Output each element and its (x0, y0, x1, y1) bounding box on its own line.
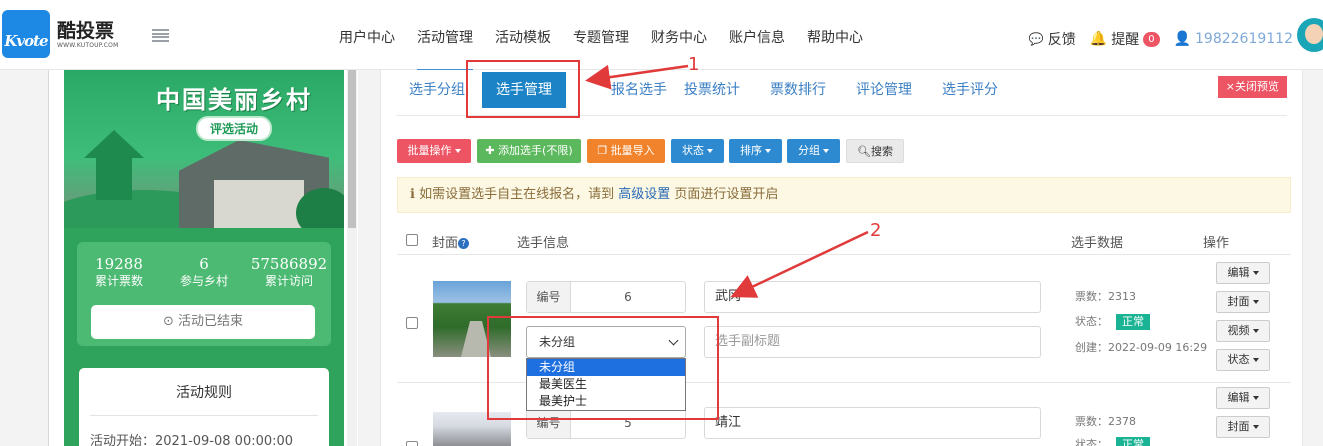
tab-contestant-groups[interactable]: 选手分组 (409, 70, 465, 116)
activity-banner: 中国美丽乡村 评选活动 (64, 70, 344, 228)
remind-link[interactable]: 🔔 提醒 0 (1090, 29, 1160, 49)
search-button[interactable]: 🔍︎搜索 (846, 139, 904, 163)
banner-title: 中国美丽乡村 (156, 85, 312, 114)
cover-button[interactable]: 封面 (1216, 416, 1270, 438)
clock-icon: ⊙ (162, 314, 174, 329)
user-link[interactable]: 👤 19822619112 (1174, 31, 1293, 47)
edit-button[interactable]: 编辑 (1216, 262, 1270, 284)
group-filter-button[interactable]: 分组 (787, 139, 840, 163)
stat-total-visits: 57586892 累计访问 (250, 255, 328, 288)
stat-total-votes: 19288 累计票数 (94, 255, 143, 288)
table-header: 封面? 选手信息 选手数据 操作 (397, 225, 1291, 255)
advanced-settings-link[interactable]: 高级设置 (618, 187, 670, 202)
contestant-subtitle-input[interactable]: 选手副标题 (704, 326, 1041, 358)
status-badge: 正常 (1116, 314, 1150, 330)
copy-icon: ❐ (597, 144, 611, 157)
row-checkbox[interactable] (406, 317, 418, 329)
tab-vote-ranking[interactable]: 票数排行 (770, 70, 826, 116)
sort-button[interactable]: 排序 (729, 139, 782, 163)
preview-scrollbar[interactable] (347, 70, 357, 446)
question-icon[interactable]: ? (458, 238, 470, 249)
ended-label: 活动已结束 (178, 314, 244, 329)
batch-operation-button[interactable]: 批量操作 (397, 139, 471, 163)
select-all-checkbox[interactable] (406, 234, 418, 246)
annotation-box-1 (466, 60, 580, 118)
main-nav: 用户中心 活动管理 活动模板 专题管理 财务中心 账户信息 帮助中心 (328, 0, 874, 71)
info-icon: ℹ (410, 187, 420, 202)
user-icon: 👤 (1173, 31, 1192, 47)
cover-button[interactable]: 封面 (1216, 291, 1270, 313)
activity-ended-button[interactable]: ⊙ 活动已结束 (91, 305, 315, 339)
annotation-box-2 (487, 316, 719, 420)
nav-help[interactable]: 帮助中心 (796, 0, 874, 70)
avatar[interactable] (1297, 18, 1323, 52)
status-button[interactable]: 状态 (1216, 349, 1270, 371)
brand-name: 酷投票 (57, 20, 115, 42)
created-time: 创建：2022-09-09 16:29 (1075, 341, 1208, 354)
comments-icon: 💬 (1028, 32, 1044, 46)
bell-icon: 🔔 (1089, 31, 1108, 47)
edit-button[interactable]: 编辑 (1216, 387, 1270, 409)
preview-screen: 中国美丽乡村 评选活动 19288 累计票数 6 参与乡村 57586892 累… (64, 70, 344, 446)
contestant-name-input[interactable]: 武冈 (704, 281, 1041, 313)
info-notice: ℹ 如需设置选手自主在线报名，请到 高级设置 页面进行设置开启 (397, 177, 1291, 213)
col-contestant-data: 选手数据 (1071, 236, 1124, 251)
tab-vote-stats[interactable]: 投票统计 (684, 70, 740, 116)
stats-card: 19288 累计票数 6 参与乡村 57586892 累计访问 ⊙ 活动已结束 (77, 242, 331, 346)
search-icon: 🔍︎ (857, 145, 871, 158)
stat-participants: 6 参与乡村 (179, 255, 228, 288)
tab-registered-contestants[interactable]: 报名选手 (611, 70, 667, 116)
status-filter-button[interactable]: 状态 (671, 139, 724, 163)
vote-count: 票数：2378 (1075, 415, 1136, 428)
status-line: 状态： 正常 (1075, 436, 1150, 446)
contestant-number-field[interactable]: 编号 6 (526, 281, 686, 313)
col-cover: 封面? (432, 232, 470, 251)
scrollbar-thumb[interactable] (348, 70, 356, 228)
nav-finance[interactable]: 财务中心 (640, 0, 718, 70)
rules-start-time: 活动开始：2021-09-08 00:00:00 (90, 434, 294, 446)
row-checkbox[interactable] (406, 441, 418, 446)
brand-url: WWW.KUTOUP.COM (57, 42, 119, 49)
annotation-label-2: 2 (870, 220, 882, 241)
logo-text: Kvote (4, 32, 48, 50)
col-operations: 操作 (1203, 236, 1230, 251)
video-button[interactable]: 视频 (1216, 320, 1270, 342)
plus-icon: ✚ (485, 144, 499, 157)
mobile-preview: 中国美丽乡村 评选活动 19288 累计票数 6 参与乡村 57586892 累… (48, 70, 358, 446)
vote-count: 票数：2313 (1075, 290, 1136, 303)
feedback-label: 反馈 (1047, 32, 1076, 48)
contestant-name-input[interactable]: 靖江 (704, 407, 1041, 439)
remind-label: 提醒 (1111, 32, 1140, 48)
kvote-logo[interactable]: Kvote (2, 10, 50, 58)
feedback-link[interactable]: 💬 反馈 (1029, 29, 1076, 49)
nav-user-center[interactable]: 用户中心 (328, 0, 406, 70)
remind-count-badge: 0 (1143, 31, 1160, 47)
rules-title: 活动规则 (176, 385, 232, 401)
top-navbar: Kvote 酷投票 WWW.KUTOUP.COM 用户中心 活动管理 活动模板 … (0, 0, 1323, 71)
close-preview-button[interactable]: ×关闭预览 (1217, 76, 1287, 98)
banner-tag: 评选活动 (196, 116, 273, 141)
annotation-label-1: 1 (688, 54, 700, 75)
add-contestant-button[interactable]: ✚ 添加选手(不限) (477, 139, 581, 163)
status-line: 状态： 正常 (1075, 313, 1150, 330)
top-right-actions: 💬 反馈 🔔 提醒 0 👤 19822619112 (1015, 29, 1293, 49)
nav-account[interactable]: 账户信息 (718, 0, 796, 70)
col-contestant-info: 选手信息 (517, 236, 570, 251)
status-badge: 正常 (1116, 437, 1150, 446)
menu-toggle-icon[interactable] (152, 29, 169, 42)
tab-scoring[interactable]: 选手评分 (942, 70, 998, 116)
batch-import-button[interactable]: ❐ 批量导入 (587, 139, 665, 163)
tab-comments[interactable]: 评论管理 (856, 70, 912, 116)
username: 19822619112 (1195, 31, 1293, 47)
rules-card: 活动规则 活动开始：2021-09-08 00:00:00 (79, 368, 329, 446)
